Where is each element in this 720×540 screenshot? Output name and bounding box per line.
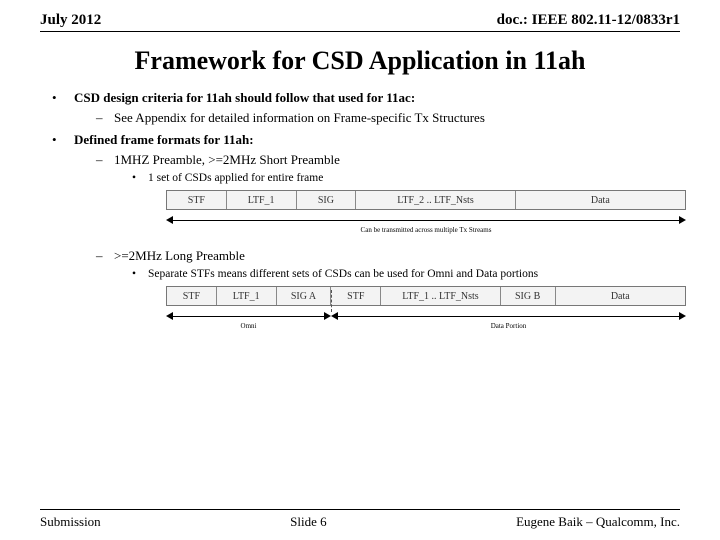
seg: SIG xyxy=(297,191,357,209)
seg: Data xyxy=(556,287,686,305)
bullet-icon: • xyxy=(52,132,74,148)
frame-row-2: STF LTF_1 SIG A STF LTF_1 .. LTF_Nsts SI… xyxy=(166,286,686,306)
page-title: Framework for CSD Application in 11ah xyxy=(0,46,720,76)
seg: SIG A xyxy=(277,287,332,305)
square-icon: • xyxy=(132,268,148,280)
seg: STF xyxy=(167,191,227,209)
bullet-2b1: Separate STFs means different sets of CS… xyxy=(148,268,538,280)
figure-2: STF LTF_1 SIG A STF LTF_1 .. LTF_Nsts SI… xyxy=(166,286,686,338)
footer-left: Submission xyxy=(40,514,101,530)
arrow-line xyxy=(172,316,325,317)
seg: LTF_2 .. LTF_Nsts xyxy=(356,191,515,209)
seg: SIG B xyxy=(501,287,556,305)
arrow-right-icon xyxy=(324,312,331,320)
seg: LTF_1 xyxy=(227,191,297,209)
arrow-label-omni: Omni xyxy=(166,322,331,330)
arrow-right-icon xyxy=(679,216,686,224)
content: • CSD design criteria for 11ah should fo… xyxy=(0,90,720,338)
bullet-icon: • xyxy=(52,90,74,106)
bullet-1a: See Appendix for detailed information on… xyxy=(114,110,485,126)
seg: STF xyxy=(167,287,217,305)
header-docid: doc.: IEEE 802.11-12/0833r1 xyxy=(497,12,680,29)
header-rule xyxy=(40,31,680,32)
arrow-right-icon xyxy=(679,312,686,320)
seg: LTF_1 xyxy=(217,287,277,305)
bullet-2: Defined frame formats for 11ah: xyxy=(74,132,254,148)
seg: LTF_1 .. LTF_Nsts xyxy=(381,287,501,305)
seg: Data xyxy=(516,191,685,209)
dash-icon: – xyxy=(96,110,114,126)
footer-right: Eugene Baik – Qualcomm, Inc. xyxy=(516,514,680,530)
figure-1: STF LTF_1 SIG LTF_2 .. LTF_Nsts Data xyxy=(166,190,686,242)
bullet-1: CSD design criteria for 11ah should foll… xyxy=(74,90,415,106)
seg: STF xyxy=(331,287,381,305)
footer-rule xyxy=(40,509,680,510)
dash-icon: – xyxy=(96,152,114,168)
arrow-line xyxy=(337,316,680,317)
dashed-separator xyxy=(331,290,332,312)
footer: Submission Slide 6 Eugene Baik – Qualcom… xyxy=(0,509,720,530)
bullet-2b: >=2MHz Long Preamble xyxy=(114,248,245,264)
header-date: July 2012 xyxy=(40,12,101,29)
dash-icon: – xyxy=(96,248,114,264)
square-icon: • xyxy=(132,172,148,184)
arrow-label: Can be transmitted across multiple Tx St… xyxy=(166,226,686,234)
arrow-label-data: Data Portion xyxy=(331,322,686,330)
arrow-line xyxy=(172,220,680,221)
footer-center: Slide 6 xyxy=(290,514,326,530)
bullet-2a: 1MHZ Preamble, >=2MHz Short Preamble xyxy=(114,152,340,168)
frame-row-1: STF LTF_1 SIG LTF_2 .. LTF_Nsts Data xyxy=(166,190,686,210)
bullet-2a1: 1 set of CSDs applied for entire frame xyxy=(148,172,323,184)
